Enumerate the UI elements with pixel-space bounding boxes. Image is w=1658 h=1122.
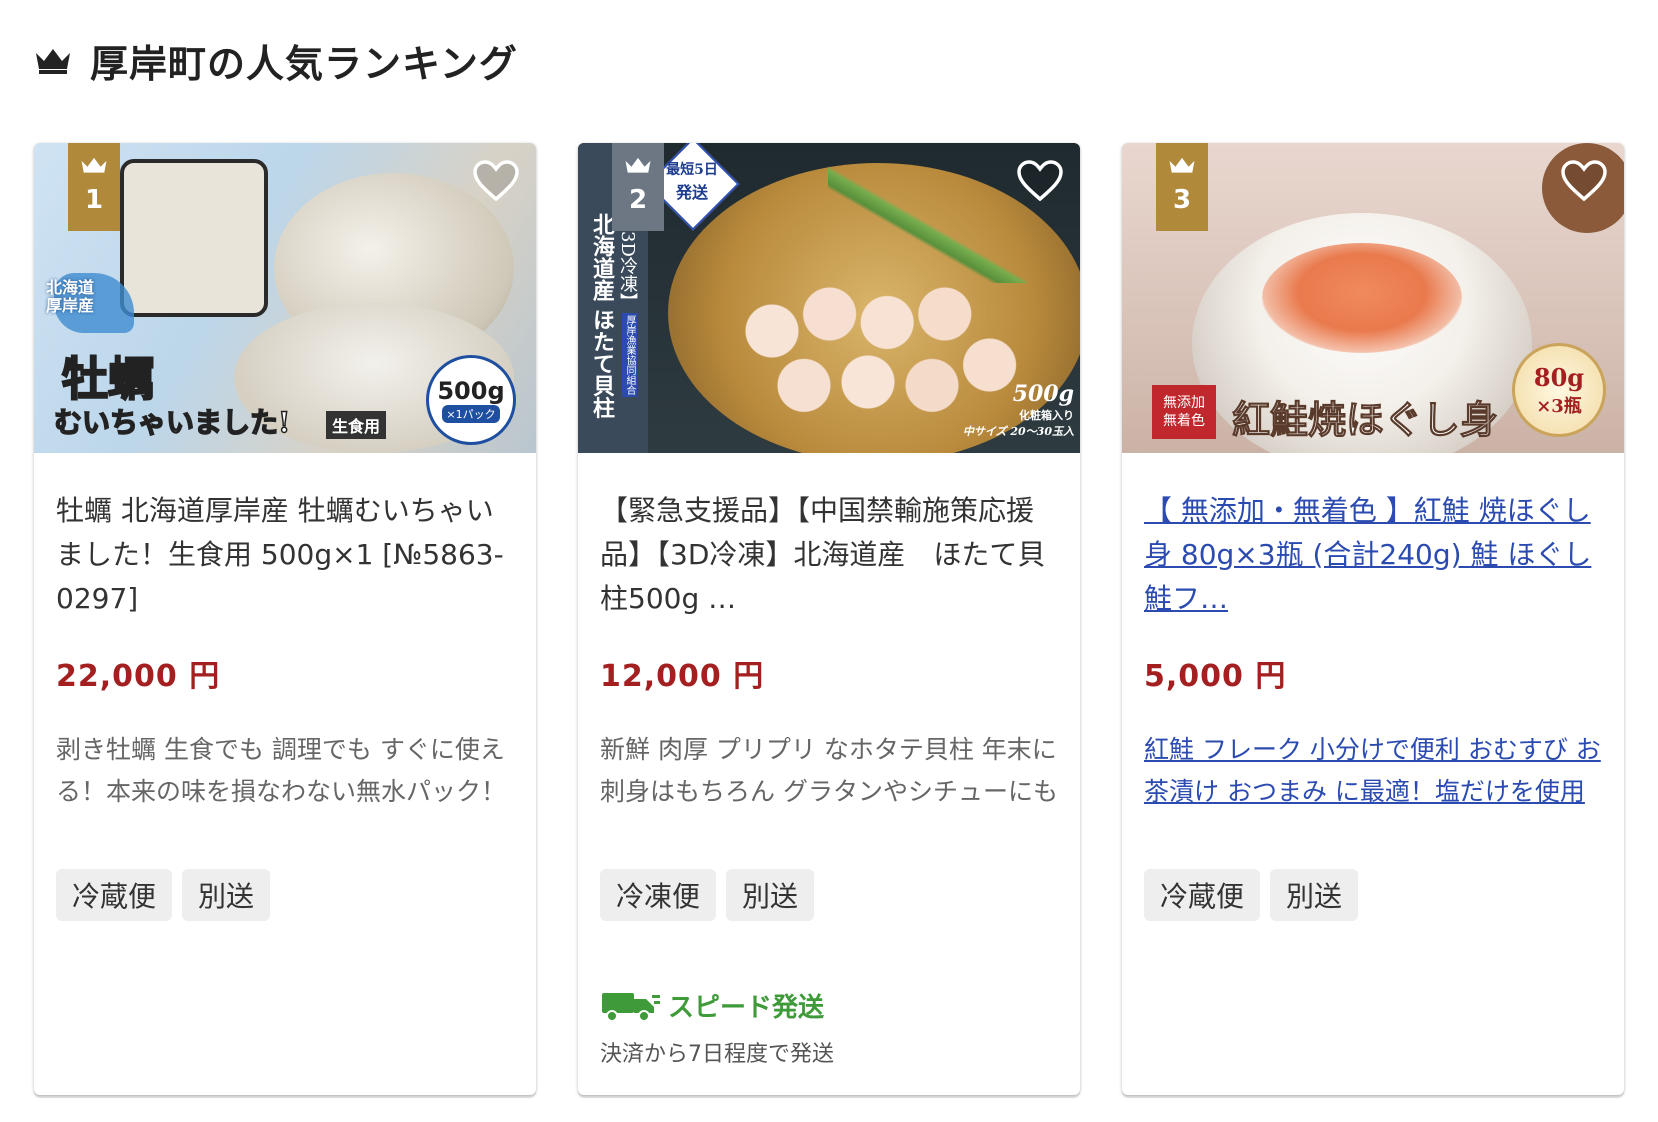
product-image-1[interactable]: 北海道 厚岸産 牡蠣 むいちゃいました! 生食用 500g ×1パック 1 bbox=[34, 143, 536, 453]
product-price: 22,000 円 bbox=[56, 659, 221, 694]
product-image-2[interactable]: 【3D冷凍】 北海道産 ほたて貝柱 厚岸漁業協同組合 最短5日 発送 500g … bbox=[578, 143, 1080, 453]
favorite-heart-icon[interactable] bbox=[472, 159, 520, 203]
page-title: 厚岸町の人気ランキング bbox=[90, 41, 518, 86]
badge-sub: むいちゃいました! bbox=[53, 405, 291, 440]
product-title-link[interactable]: 【 無添加・無着色 】紅鮭 焼ほぐし身 80g×3瓶 (合計240g) 鮭 ほぐ… bbox=[1144, 489, 1602, 621]
weight-text: 80g bbox=[1533, 362, 1585, 392]
pack-text: ×1パック bbox=[442, 405, 500, 423]
product-title[interactable]: 【緊急支援品】【中国禁輸施策応援品】【3D冷凍】北海道産 ほたて貝柱500g … bbox=[600, 489, 1058, 621]
product-card-2[interactable]: 【3D冷凍】 北海道産 ほたて貝柱 厚岸漁業協同組合 最短5日 発送 500g … bbox=[578, 143, 1080, 1095]
crown-icon bbox=[625, 157, 651, 173]
speed-label: スピード発送 bbox=[668, 993, 825, 1023]
ranking-heading: 厚岸町の人気ランキング bbox=[34, 30, 518, 90]
ship-badge-1: 最短5日 bbox=[666, 162, 718, 178]
delivery-truck-icon bbox=[602, 992, 660, 1022]
weight-badge: 80g ×3瓶 bbox=[1512, 343, 1606, 437]
ship-badge-2: 発送 bbox=[675, 183, 708, 202]
product-description: 剥き牡蠣 生食でも 調理でも すぐに使える！本来の味を損なわない無水パック！ bbox=[56, 735, 507, 806]
favorite-heart-icon[interactable] bbox=[1560, 159, 1608, 203]
tag-list: 冷蔵便 別送 bbox=[56, 869, 514, 921]
product-title[interactable]: 牡蠣 北海道厚岸産 牡蠣むいちゃいました！生食用 500g×1 [№5863-0… bbox=[56, 489, 514, 621]
tag-list: 冷蔵便 別送 bbox=[1144, 869, 1602, 921]
product-card-3[interactable]: 無添加 無着色 紅鮭焼ほぐし身 80g ×3瓶 3 【 無添加・無着色 】紅鮭 … bbox=[1122, 143, 1624, 1095]
product-price: 5,000 円 bbox=[1144, 659, 1287, 694]
crown-icon bbox=[81, 157, 107, 173]
product-description-link[interactable]: 紅鮭 フレーク 小分けで便利 おむすび お茶漬け おつまみ に最適！塩だけを使用 bbox=[1144, 729, 1602, 855]
product-description: 新鮮 肉厚 プリプリ なホタテ貝柱 年末に刺身はもちろん グラタンやシチューにも bbox=[600, 735, 1058, 806]
product-price: 12,000 円 bbox=[600, 659, 765, 694]
count-text: ×3瓶 bbox=[1536, 395, 1582, 417]
vertical-label-2: 北海道産 ほたて貝柱 bbox=[589, 213, 615, 419]
product-card-1[interactable]: 北海道 厚岸産 牡蠣 むいちゃいました! 生食用 500g ×1パック 1 牡蠣… bbox=[34, 143, 536, 1095]
badge-line-1: 無添加 bbox=[1163, 395, 1205, 411]
origin-label: 北海道 厚岸産 bbox=[46, 278, 95, 315]
favorite-heart-icon[interactable] bbox=[1016, 159, 1064, 203]
product-image-3[interactable]: 無添加 無着色 紅鮭焼ほぐし身 80g ×3瓶 3 bbox=[1122, 143, 1624, 453]
tag-shipping-type: 冷凍便 bbox=[600, 869, 717, 921]
rank-number: 1 bbox=[84, 185, 104, 215]
box-text: 化粧箱入り bbox=[1019, 409, 1074, 422]
tag-separate-shipping: 別送 bbox=[1270, 869, 1359, 921]
rank-number: 2 bbox=[628, 185, 648, 215]
crown-icon bbox=[36, 49, 70, 74]
weight-text: 500g bbox=[437, 377, 505, 405]
product-name-overlay: 紅鮭焼ほぐし身 bbox=[1231, 397, 1499, 443]
tag-separate-shipping: 別送 bbox=[726, 869, 815, 921]
speed-note: 決済から7日程度で発送 bbox=[600, 1042, 834, 1067]
tag-list: 冷凍便 別送 bbox=[600, 869, 1058, 921]
badge-main: 牡蠣 bbox=[61, 351, 155, 407]
speed-shipping: スピード発送 bbox=[600, 987, 1058, 1024]
tag-shipping-type: 冷蔵便 bbox=[1144, 869, 1261, 921]
vertical-label-3: 厚岸漁業協同組合 bbox=[622, 313, 637, 397]
weight-text: 500g bbox=[1012, 381, 1074, 407]
rank-badge-1: 1 bbox=[68, 143, 120, 231]
tag-separate-shipping: 別送 bbox=[182, 869, 271, 921]
size-text: 中サイズ 20〜30玉入 bbox=[962, 425, 1074, 438]
rank-badge-2: 2 bbox=[612, 143, 664, 231]
rank-badge-3: 3 bbox=[1156, 143, 1208, 231]
weight-badge: 500g ×1パック bbox=[426, 355, 516, 445]
crown-icon bbox=[1169, 157, 1195, 173]
additive-free-badge: 無添加 無着色 bbox=[1152, 385, 1216, 439]
badge-line-2: 無着色 bbox=[1163, 413, 1205, 429]
usage-label: 生食用 bbox=[326, 411, 387, 439]
tag-shipping-type: 冷蔵便 bbox=[56, 869, 173, 921]
rank-number: 3 bbox=[1172, 185, 1192, 215]
